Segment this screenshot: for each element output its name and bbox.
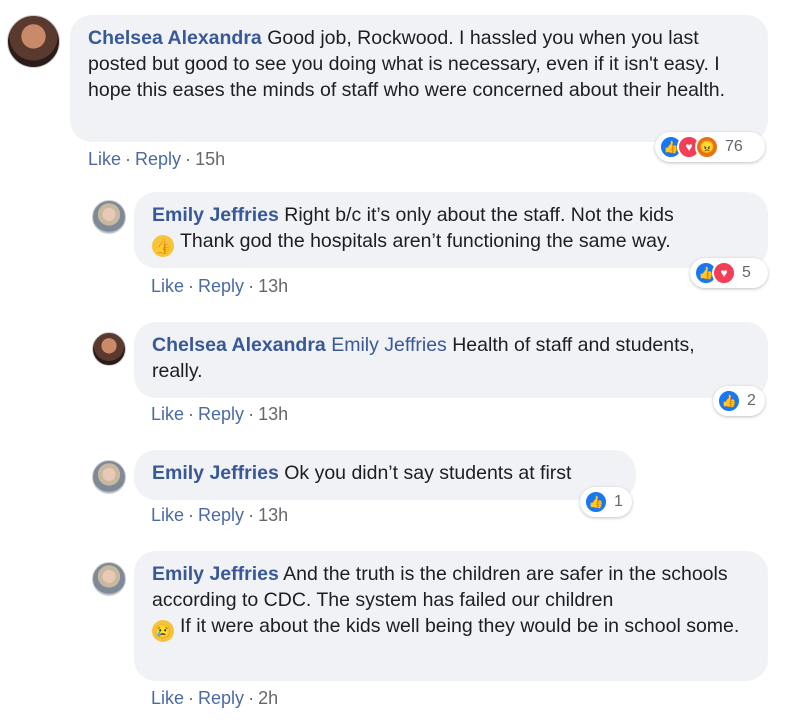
comment-author[interactable]: Chelsea Alexandra: [152, 334, 326, 356]
mention-link[interactable]: Emily Jeffries: [331, 334, 447, 356]
like-link[interactable]: Like: [151, 404, 184, 424]
comment-time[interactable]: 13h: [258, 276, 288, 296]
comment-actions: Like · Reply · 13h: [151, 404, 289, 424]
comment-bubble: Emily Jeffries Right b/c it’s only about…: [134, 192, 768, 268]
thumbs-up-icon: 👍: [152, 235, 174, 257]
angry-icon: 😠: [695, 135, 719, 159]
comment-text: Right b/c it’s only about the staff. Not…: [284, 204, 674, 226]
reply-link[interactable]: Reply: [198, 505, 244, 525]
like-link[interactable]: Like: [151, 276, 184, 296]
avatar[interactable]: [92, 460, 126, 494]
comment-author[interactable]: Chelsea Alexandra: [88, 27, 262, 49]
comment-actions: Like · Reply · 13h: [151, 276, 289, 296]
comment-time[interactable]: 2h: [258, 688, 278, 708]
comment-text-continued: Thank god the hospitals aren’t functioni…: [180, 230, 671, 252]
sad-face-icon: 😢: [152, 620, 174, 642]
reaction-count: 2: [747, 392, 756, 409]
comment-time[interactable]: 13h: [258, 404, 288, 424]
avatar[interactable]: [92, 332, 126, 366]
comment-actions: Like · Reply · 15h: [88, 149, 226, 169]
reply-link[interactable]: Reply: [198, 276, 244, 296]
reaction-count: 5: [742, 264, 751, 281]
comment-author[interactable]: Emily Jeffries: [152, 204, 279, 226]
comment-bubble: Emily Jeffries Ok you didn’t say student…: [134, 450, 636, 500]
like-link[interactable]: Like: [88, 149, 121, 169]
comment-text: Ok you didn’t say students at first: [284, 462, 572, 484]
comment-time[interactable]: 15h: [195, 149, 225, 169]
comment-bubble: Emily Jeffries And the truth is the chil…: [134, 551, 768, 681]
like-icon: 👍: [584, 490, 608, 514]
comment-text-continued: If it were about the kids well being the…: [180, 615, 740, 637]
like-link[interactable]: Like: [151, 688, 184, 708]
reaction-summary[interactable]: 👍 1: [580, 487, 632, 517]
avatar[interactable]: [7, 15, 60, 68]
like-icon: 👍: [717, 389, 741, 413]
avatar[interactable]: [92, 200, 126, 234]
avatar[interactable]: [92, 562, 126, 596]
reply-link[interactable]: Reply: [198, 404, 244, 424]
reaction-summary[interactable]: 👍 ♥ 5: [690, 258, 768, 288]
reaction-count: 1: [614, 493, 623, 510]
like-link[interactable]: Like: [151, 505, 184, 525]
comment-author[interactable]: Emily Jeffries: [152, 462, 279, 484]
love-icon: ♥: [712, 261, 736, 285]
reaction-summary[interactable]: 👍 ♥ 😠 76: [655, 132, 765, 162]
comment-bubble: Chelsea Alexandra Emily Jeffries Health …: [134, 322, 768, 398]
reaction-summary[interactable]: 👍 2: [713, 386, 765, 416]
reply-link[interactable]: Reply: [135, 149, 181, 169]
comment-author[interactable]: Emily Jeffries: [152, 563, 279, 585]
reaction-count: 76: [725, 138, 743, 155]
comment-actions: Like · Reply · 13h: [151, 505, 289, 525]
comment-time[interactable]: 13h: [258, 505, 288, 525]
reply-link[interactable]: Reply: [198, 688, 244, 708]
comment-actions: Like · Reply · 2h: [151, 688, 279, 708]
comment-bubble: Chelsea Alexandra Good job, Rockwood. I …: [70, 15, 768, 142]
